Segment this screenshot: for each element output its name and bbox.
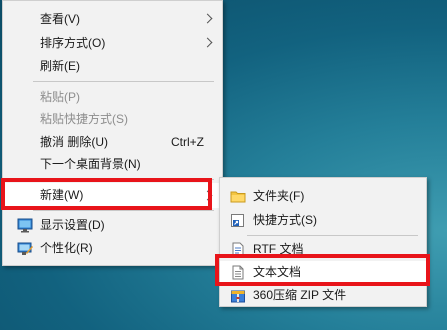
chevron-right-icon [202, 190, 213, 201]
submenu-item-label: 快捷方式(S) [253, 213, 317, 227]
menu-item-label: 个性化(R) [40, 241, 93, 255]
chevron-right-icon [202, 37, 213, 48]
menu-item-label: 撤消 删除(U) [40, 135, 108, 149]
menu-item-label: 刷新(E) [40, 59, 80, 73]
menu-separator [247, 235, 418, 236]
menu-item-label: 粘贴(P) [40, 90, 80, 104]
submenu-item-label: 文本文档 [253, 265, 302, 279]
menu-item-display-settings[interactable]: 显示设置(D) [3, 214, 222, 237]
menu-item-refresh[interactable]: 刷新(E) [3, 55, 222, 78]
chevron-right-icon [202, 13, 213, 24]
menu-item-label: 粘贴快捷方式(S) [40, 112, 128, 126]
menu-item-undo-delete[interactable]: 撤消 删除(U) Ctrl+Z [3, 131, 222, 154]
menu-item-label: 新建(W) [40, 188, 84, 202]
menu-item-label: 显示设置(D) [40, 218, 105, 232]
menu-separator [33, 81, 214, 82]
rtf-document-icon [230, 242, 246, 257]
submenu-item-shortcut[interactable]: 快捷方式(S) [220, 209, 426, 232]
menu-item-paste-shortcut: 粘贴快捷方式(S) [3, 108, 222, 131]
folder-icon [230, 189, 246, 204]
menu-item-label: 排序方式(O) [40, 36, 106, 50]
menu-item-personalize[interactable]: 个性化(R) [3, 237, 222, 260]
submenu-item-text-document[interactable]: 文本文档 [220, 261, 426, 284]
submenu-item-rtf-document[interactable]: RTF 文档 [220, 238, 426, 261]
menu-item-new[interactable]: 新建(W) [3, 183, 222, 208]
new-submenu: 文件夹(F) 快捷方式(S) RTF 文档 文本文档 360压缩 ZIP 文件 [219, 177, 427, 307]
menu-separator [33, 210, 214, 211]
menu-separator [33, 179, 214, 180]
submenu-item-label: RTF 文档 [253, 242, 304, 256]
shortcut-icon [230, 213, 246, 228]
zip-archive-icon [230, 288, 246, 303]
desktop-context-menu: 查看(V) 排序方式(O) 刷新(E) 粘贴(P) 粘贴快捷方式(S) 撤消 删… [2, 0, 223, 266]
menu-item-shortcut: Ctrl+Z [171, 135, 204, 149]
menu-item-next-background[interactable]: 下一个桌面背景(N) [3, 153, 222, 176]
text-document-icon [230, 265, 246, 280]
menu-item-label: 查看(V) [40, 12, 80, 26]
menu-item-paste: 粘贴(P) [3, 86, 222, 109]
display-settings-icon [17, 218, 33, 233]
submenu-item-zip-archive[interactable]: 360压缩 ZIP 文件 [220, 284, 426, 307]
submenu-item-label: 文件夹(F) [253, 189, 305, 203]
menu-item-view[interactable]: 查看(V) [3, 8, 222, 31]
menu-item-label: 下一个桌面背景(N) [40, 157, 141, 171]
personalize-icon [17, 241, 33, 256]
submenu-item-folder[interactable]: 文件夹(F) [220, 185, 426, 208]
menu-item-sort-by[interactable]: 排序方式(O) [3, 32, 222, 55]
submenu-item-label: 360压缩 ZIP 文件 [253, 288, 347, 302]
